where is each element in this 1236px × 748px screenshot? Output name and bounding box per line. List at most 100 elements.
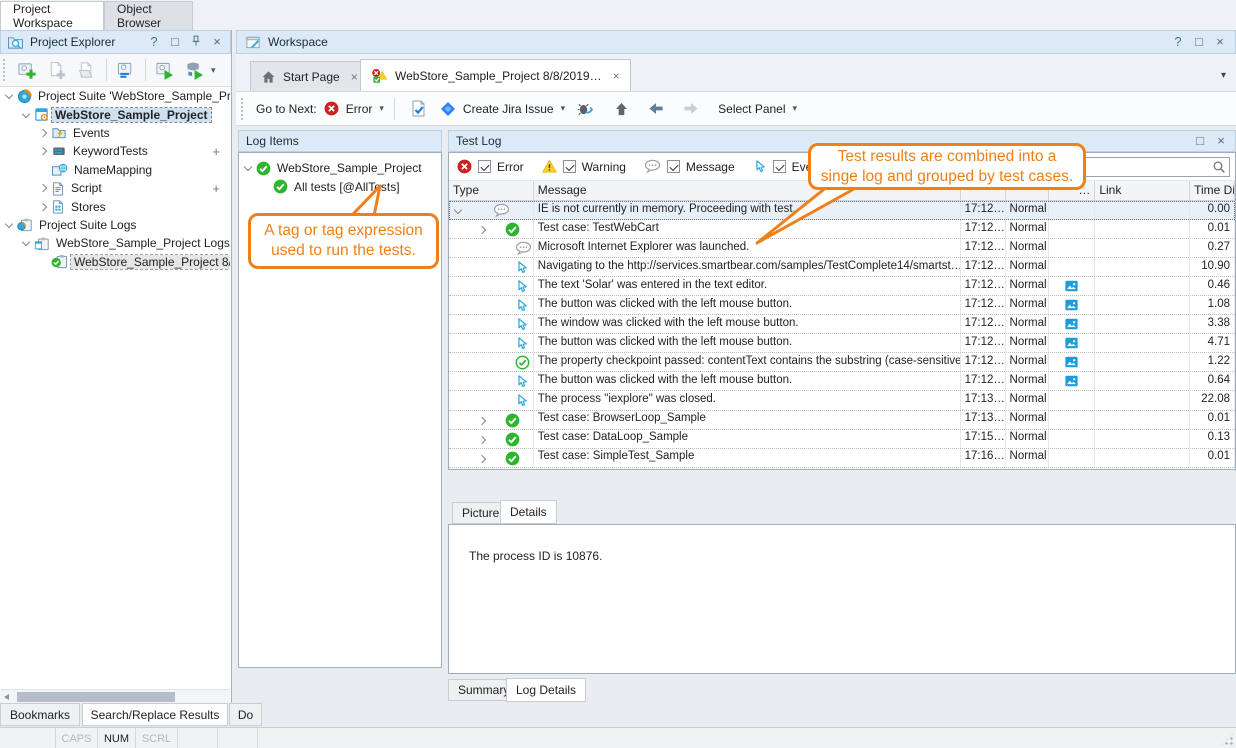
create-jira-issue-button[interactable]: Create Jira Issue [463,102,554,116]
pin-icon[interactable] [189,34,203,50]
log-row[interactable]: The button was clicked with the left mou… [449,372,1235,391]
jump-to-bug-icon[interactable] [572,95,600,123]
run-project-button[interactable] [151,56,179,84]
add-button[interactable]: + [212,144,220,159]
expand-icon[interactable] [477,434,489,446]
tree-item[interactable]: WebStore_Sample_Project Logs [0,234,230,252]
help-icon[interactable]: ? [147,34,161,50]
chevron-down-icon[interactable]: ▾ [561,103,566,114]
expand-icon[interactable] [38,145,50,157]
close-icon[interactable]: × [1213,34,1227,50]
log-row[interactable]: The button was clicked with the left mou… [449,296,1235,315]
picture-icon[interactable] [1064,298,1079,312]
collapse-icon[interactable] [21,237,33,249]
log-row[interactable]: Test case: SimpleTest_Sample17:16…Normal… [449,449,1235,468]
go-to-next-error-button[interactable]: Error [346,102,373,116]
collapse-icon[interactable] [243,162,255,174]
tree-item[interactable]: Script+ [0,179,230,197]
help-icon[interactable]: ? [1171,34,1185,50]
add-new-item-button[interactable] [43,56,71,84]
window-resize-grip[interactable] [1220,732,1234,746]
tree-item[interactable]: WebStore_Sample_Project 8/8/2019 [0,253,230,271]
picture-icon[interactable] [1064,355,1079,369]
select-panel-button[interactable]: Select Panel [718,102,785,116]
maximize-icon[interactable]: □ [168,34,182,50]
log-row[interactable]: The property checkpoint passed: contentT… [449,353,1235,372]
expand-icon[interactable] [38,201,50,213]
warning-checkbox[interactable] [563,160,576,173]
scrollbar-thumb[interactable] [17,692,175,702]
toolbar-grip[interactable] [3,59,8,81]
maximize-icon[interactable]: □ [1192,34,1206,50]
back-arrow-icon[interactable] [642,95,670,123]
tab-object-browser[interactable]: Object Browser [104,1,193,30]
expand-icon[interactable] [477,415,489,427]
scroll-left-arrow-icon[interactable] [4,694,9,700]
tab-search-replace-results[interactable]: Search/Replace Results [82,703,228,726]
log-row[interactable]: The process "iexplore" was closed.17:13…… [449,391,1235,410]
picture-icon[interactable] [1064,279,1079,293]
forward-arrow-icon[interactable] [677,95,705,123]
search-icon[interactable] [1212,160,1226,174]
column-header[interactable]: Time Diff [1190,181,1235,200]
tree-item[interactable]: Events [0,124,230,142]
tab-project-workspace[interactable]: Project Workspace [0,1,104,30]
log-row[interactable]: Test case: DataLoop_Sample17:15…Normal0.… [449,430,1235,449]
expand-icon[interactable] [477,453,489,465]
tree-item[interactable]: WebStore_Sample_Project [239,159,441,177]
expand-icon[interactable] [38,127,50,139]
tab-todo[interactable]: Do [229,703,262,726]
maximize-icon[interactable]: □ [1193,133,1207,149]
close-icon[interactable]: × [613,69,620,83]
collapse-icon[interactable] [4,219,16,231]
collapse-icon[interactable] [21,109,33,121]
log-row[interactable]: Navigating to the http://services.smartb… [449,258,1235,277]
up-arrow-icon[interactable] [607,95,635,123]
log-row[interactable]: The window was clicked with the left mou… [449,315,1235,334]
chevron-down-icon[interactable]: ▾ [211,65,216,76]
log-row[interactable]: Test case: BrowserLoop_Sample17:13…Norma… [449,411,1235,430]
log-message: The button was clicked with the left mou… [534,296,961,314]
open-item-button[interactable] [73,56,101,84]
tree-item[interactable]: NameMapping [0,161,230,179]
doc-tab-start-page[interactable]: Start Page × [250,61,369,91]
column-header[interactable]: Type [449,181,534,200]
picture-icon[interactable] [1064,374,1079,388]
toolbar-grip[interactable] [241,98,246,120]
organize-tests-button[interactable] [112,56,140,84]
close-icon[interactable]: × [210,34,224,50]
log-row[interactable]: The text 'Solar' was entered in the text… [449,277,1235,296]
doc-tab-log[interactable]: WebStore_Sample_Project 8/8/2019… × [360,59,631,91]
collapse-icon[interactable] [453,205,465,217]
doc-tab-label: Start Page [283,70,340,84]
chevron-down-icon[interactable]: ▾ [379,103,384,114]
collapse-icon[interactable] [4,90,16,102]
picture-icon[interactable] [1064,317,1079,331]
tab-details[interactable]: Details [500,500,557,524]
error-checkbox[interactable] [478,160,491,173]
tree-item[interactable]: KeywordTests+ [0,142,230,160]
chevron-down-icon[interactable]: ▾ [793,103,798,114]
expand-icon[interactable] [477,224,489,236]
log-report-icon[interactable] [405,95,433,123]
tree-item[interactable]: Project Suite 'WebStore_Sample_Project' [0,87,230,105]
add-button[interactable]: + [212,181,220,196]
tree-item-label: WebStore_Sample_Project 8/8/2019 [71,255,230,269]
doc-tab-label: WebStore_Sample_Project 8/8/2019… [395,69,602,83]
log-row[interactable]: The button was clicked with the left mou… [449,334,1235,353]
tree-item[interactable]: WebStore_Sample_Project [0,105,230,123]
message-checkbox[interactable] [667,160,680,173]
picture-icon[interactable] [1064,336,1079,350]
tree-item[interactable]: Project Suite Logs [0,216,230,234]
close-icon[interactable]: × [1214,133,1228,149]
expand-icon[interactable] [38,182,50,194]
column-header[interactable]: Link [1095,181,1190,200]
run-tagged-tests-button[interactable] [181,56,209,84]
tab-bookmarks[interactable]: Bookmarks [0,703,80,726]
tab-list-dropdown-icon[interactable]: ▾ [1221,70,1226,81]
horizontal-scrollbar[interactable] [0,689,230,703]
tree-item[interactable]: Stores [0,197,230,215]
close-icon[interactable]: × [351,70,358,84]
add-new-project-button[interactable] [13,56,41,84]
tab-log-details[interactable]: Log Details [506,678,586,702]
